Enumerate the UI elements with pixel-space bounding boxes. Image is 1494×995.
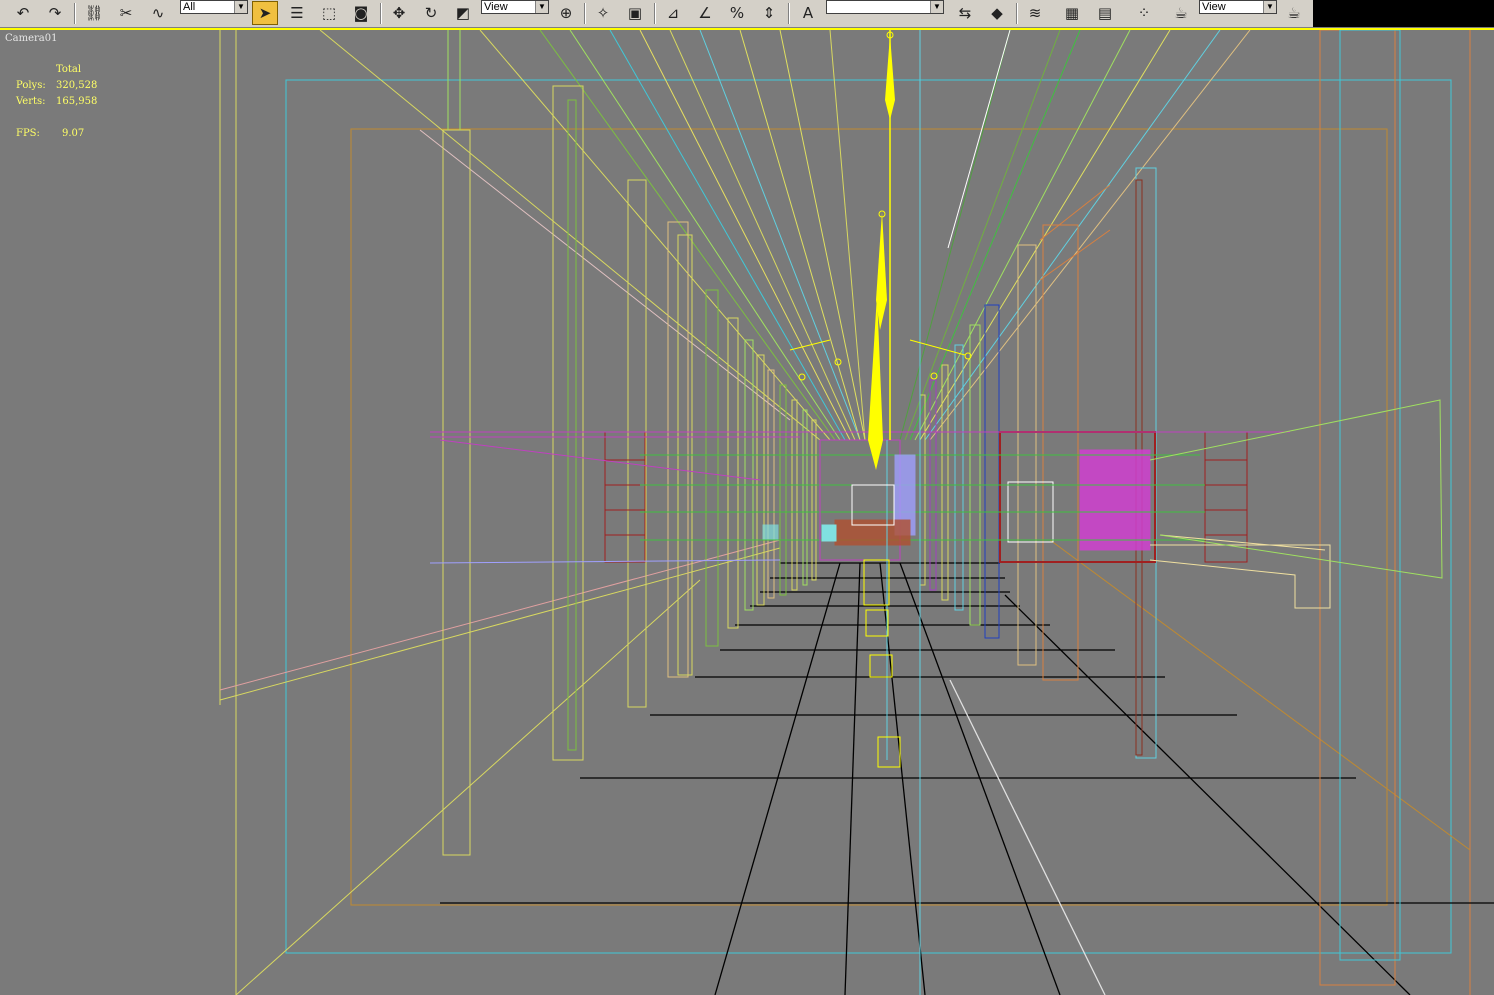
use-pivot-center-icon[interactable]: ⊕ <box>553 1 579 25</box>
snaps-toggle-icon[interactable]: ⊿ <box>660 1 686 25</box>
percent-snap-icon[interactable]: % <box>724 1 750 25</box>
toolbar-separator <box>74 3 76 24</box>
named-selection-dropdown[interactable]: ▼ <box>826 0 944 14</box>
fps-label: FPS: <box>16 128 40 139</box>
camera-viewport[interactable] <box>0 30 1494 995</box>
keyboard-shortcut-override-icon[interactable]: ▣ <box>622 1 648 25</box>
toolbar-empty-area <box>1313 0 1494 27</box>
mirror-icon[interactable]: ⇆ <box>952 1 978 25</box>
angle-snap-icon[interactable]: ∠ <box>692 1 718 25</box>
toolbar-separator <box>584 3 586 24</box>
reference-coordinate-value: View <box>484 1 508 13</box>
render-type-dropdown[interactable]: View ▼ <box>1199 0 1277 14</box>
rectangular-selection-icon[interactable]: ⬚ <box>316 1 342 25</box>
selection-filter-dropdown[interactable]: All ▼ <box>180 0 248 14</box>
spinner-snap-icon[interactable]: ⇕ <box>756 1 782 25</box>
select-object-icon[interactable]: ➤ <box>252 1 278 25</box>
select-and-link-icon[interactable]: ⛓ <box>81 1 107 25</box>
select-and-move-icon[interactable]: ✥ <box>386 1 412 25</box>
select-by-name-icon[interactable]: ☰ <box>284 1 310 25</box>
select-and-scale-icon[interactable]: ◩ <box>450 1 476 25</box>
undo-icon[interactable]: ↶ <box>10 1 36 25</box>
reference-coordinate-dropdown[interactable]: View ▼ <box>481 0 549 14</box>
edit-named-selection-icon[interactable]: A <box>795 1 821 25</box>
unlink-selection-icon[interactable]: ✂ <box>113 1 139 25</box>
chevron-down-icon: ▼ <box>930 1 943 13</box>
bind-to-space-warp-icon[interactable]: ∿ <box>145 1 171 25</box>
chevron-down-icon: ▼ <box>234 1 247 13</box>
toolbar-separator <box>380 3 382 24</box>
fps-value: 9.07 <box>62 128 85 139</box>
toolbar-separator <box>1016 3 1018 24</box>
align-icon[interactable]: ◆ <box>984 1 1010 25</box>
layer-manager-icon[interactable]: ≋ <box>1022 1 1048 25</box>
window-crossing-icon[interactable]: ◙ <box>348 1 374 25</box>
render-type-value: View <box>1202 1 1226 13</box>
viewport-label[interactable]: Camera01 <box>5 33 57 44</box>
select-and-manipulate-icon[interactable]: ✧ <box>590 1 616 25</box>
material-editor-icon[interactable]: ⁘ <box>1131 1 1157 25</box>
schematic-view-icon[interactable]: ▤ <box>1092 1 1118 25</box>
main-toolbar: ↶ ↷ ⛓ ✂ ∿ All ▼ ➤ ☰ ⬚ ◙ ✥ ↻ ◩ View ▼ ⊕ ✧… <box>0 0 1313 28</box>
toolbar-separator <box>654 3 656 24</box>
chevron-down-icon: ▼ <box>1263 1 1276 13</box>
curve-editor-icon[interactable]: ▦ <box>1059 1 1085 25</box>
select-and-rotate-icon[interactable]: ↻ <box>418 1 444 25</box>
toolbar-separator <box>788 3 790 24</box>
render-setup-icon[interactable]: ☕ <box>1168 1 1194 25</box>
redo-icon[interactable]: ↷ <box>42 1 68 25</box>
verts-label: Verts: <box>16 96 46 107</box>
stats-header: Total <box>56 64 82 75</box>
selection-filter-value: All <box>183 1 196 13</box>
verts-value: 165,958 <box>56 96 98 107</box>
polys-value: 320,528 <box>56 80 98 91</box>
polys-label: Polys: <box>16 80 46 91</box>
chevron-down-icon: ▼ <box>535 1 548 13</box>
quick-render-icon[interactable]: ☕ <box>1281 1 1307 25</box>
